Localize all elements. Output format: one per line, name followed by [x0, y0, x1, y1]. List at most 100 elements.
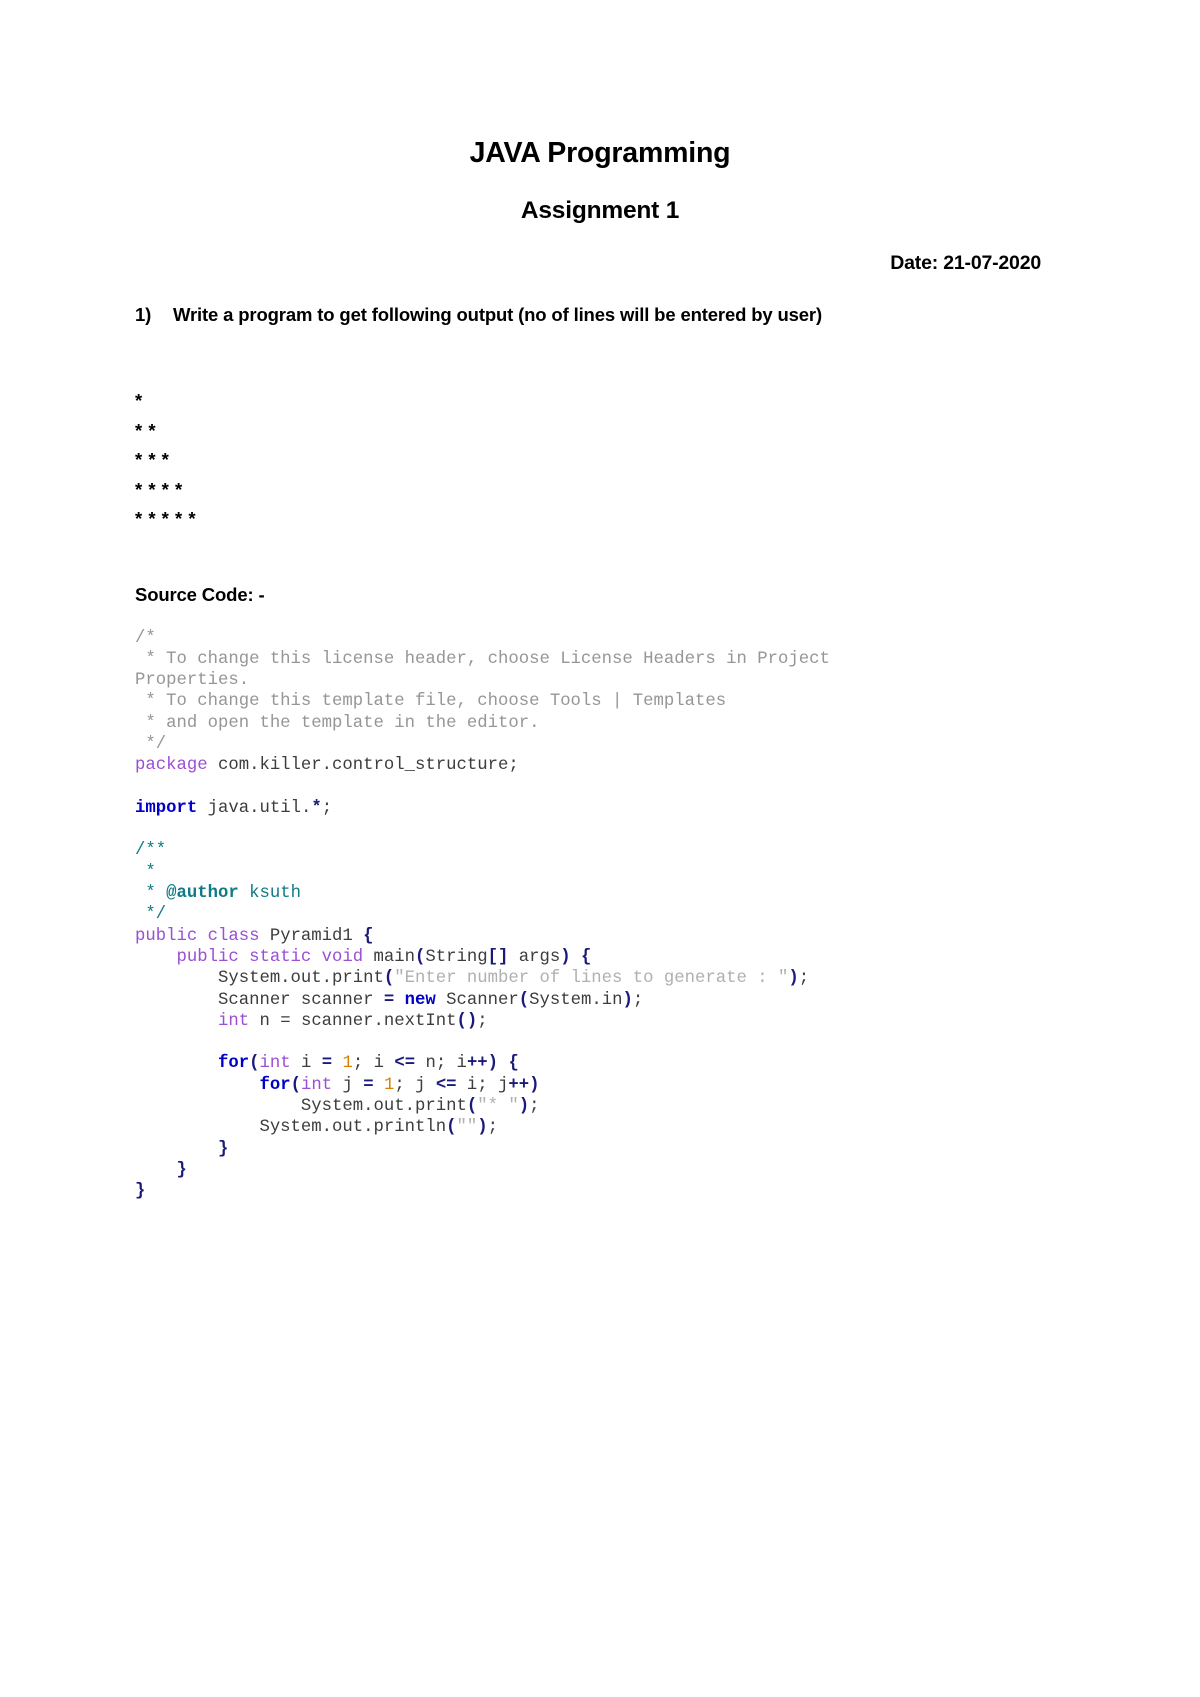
document-page: JAVA Programming Assignment 1 Date: 21-0… [0, 0, 1200, 1697]
code-token-plain: ; [632, 990, 644, 1010]
code-token-brace: { [580, 947, 592, 967]
code-token-keyword: package [135, 756, 208, 776]
code-token-javadoc: * [135, 884, 167, 904]
code-token-plain: String [425, 947, 488, 967]
code-line: import java.util.*; [135, 798, 1065, 819]
code-token-number: 1 [342, 1054, 353, 1074]
code-token-brace: } [217, 1139, 229, 1159]
code-line: */ [135, 904, 1065, 925]
code-token-comment: * To change this license header, choose … [135, 649, 830, 669]
code-token-plain: i [290, 1054, 322, 1074]
expected-output-pattern: * * * * * * * * * * * * * * * [135, 328, 1065, 534]
assignment-subtitle: Assignment 1 [520, 197, 680, 224]
code-token-brace: } [135, 1182, 146, 1202]
code-line: } [135, 1139, 1065, 1160]
code-token-javadoc: */ [135, 905, 167, 925]
code-token-keyword: public static void [176, 947, 364, 967]
code-token-kw-blue: for [259, 1075, 291, 1095]
question-item: 1) Write a program to get following outp… [135, 276, 1065, 328]
code-token-plain: System.out.print [135, 1097, 467, 1117]
code-token-plain: System.in [529, 990, 623, 1010]
code-line: System.out.println(""); [135, 1117, 1065, 1138]
code-token-op: <= [435, 1075, 457, 1095]
question-number: 1) [135, 304, 152, 325]
code-token-plain: ; [529, 1097, 540, 1117]
code-token-plain: ; i [352, 1054, 395, 1074]
code-token-plain: System.out.print [135, 969, 384, 989]
code-token-op: = [363, 1075, 374, 1095]
code-token-plain: ; [321, 798, 333, 818]
code-token-brace: ) [477, 1118, 488, 1138]
code-token-javadoc: ksuth [238, 884, 301, 904]
code-line: System.out.print("* "); [135, 1096, 1065, 1117]
code-token-brace: { [363, 926, 374, 946]
source-code-heading: Source Code: - [135, 583, 265, 605]
code-token-javadoc: * [135, 862, 156, 882]
code-token-op: <= [394, 1054, 416, 1074]
code-line: } [135, 1181, 1065, 1202]
code-token-plain: java.util. [197, 798, 312, 818]
code-token-brace: ++) [466, 1054, 499, 1074]
code-token-op: = [383, 990, 395, 1010]
code-token-brace: ( [383, 969, 395, 989]
code-token-comment: * To change this template file, choose T… [135, 692, 727, 712]
code-token-brace: ( [466, 1097, 478, 1117]
code-token-comment: * and open the template in the editor. [135, 713, 540, 733]
code-line: for(int j = 1; j <= i; j++) [135, 1075, 1065, 1096]
pattern-line: * * * * [135, 478, 183, 500]
code-token-plain: Scanner scanner [135, 990, 384, 1010]
pattern-line: * * * [135, 449, 170, 470]
code-line: for(int i = 1; i <= n; i++) { [135, 1053, 1065, 1074]
code-line: public static void main(String[] args) { [135, 947, 1065, 968]
assignment-date: Date: 21-07-2020 [890, 252, 1041, 274]
code-token-plain: n; i [415, 1054, 467, 1074]
code-token-comment: Properties. [135, 671, 250, 691]
code-token-plain: n = scanner.nextInt [249, 1011, 457, 1031]
code-token-brace: } [176, 1160, 187, 1180]
code-line: * [135, 862, 1065, 883]
code-token-op: = [321, 1054, 333, 1074]
code-token-brace: ++) [508, 1075, 540, 1095]
pattern-line: * [135, 390, 143, 411]
code-token-plain: i; j [456, 1075, 509, 1095]
code-token-brace: ( [446, 1118, 457, 1138]
code-line: * and open the template in the editor. [135, 713, 1065, 734]
code-token-keyword: public class [135, 926, 260, 946]
code-token-brace: () [456, 1011, 478, 1031]
code-token-brace: { [508, 1054, 519, 1074]
code-token-brace: ( [290, 1075, 301, 1095]
question-text: Write a program to get following output … [173, 304, 822, 325]
code-token-plain: args [508, 947, 561, 967]
code-token-javadoc: /** [135, 841, 167, 861]
code-token-plain: ; [477, 1011, 488, 1031]
code-token-brace: [] [487, 947, 509, 967]
code-line: int n = scanner.nextInt(); [135, 1011, 1065, 1032]
code-token-kw-blue: import [135, 798, 198, 818]
page-title: JAVA Programming [469, 137, 731, 169]
code-token-keyword: int [259, 1054, 291, 1074]
code-token-number: 1 [383, 1075, 395, 1095]
code-token-kw-blue: new [404, 990, 436, 1010]
code-token-keyword: int [300, 1075, 333, 1095]
code-line: } [135, 1160, 1065, 1181]
code-token-brace: ( [518, 990, 530, 1010]
code-line: * @author ksuth [135, 883, 1065, 904]
code-line: /** [135, 840, 1065, 861]
code-token-plain: com.killer.control_structure; [207, 756, 519, 776]
code-token-comment: */ [135, 734, 167, 754]
code-token-javadoc-tag: @author [166, 884, 239, 904]
code-token-string: "* " [477, 1097, 519, 1117]
code-token-plain: ; [487, 1118, 498, 1138]
code-token-kw-blue: for [217, 1054, 250, 1074]
code-line: */ [135, 734, 1065, 755]
